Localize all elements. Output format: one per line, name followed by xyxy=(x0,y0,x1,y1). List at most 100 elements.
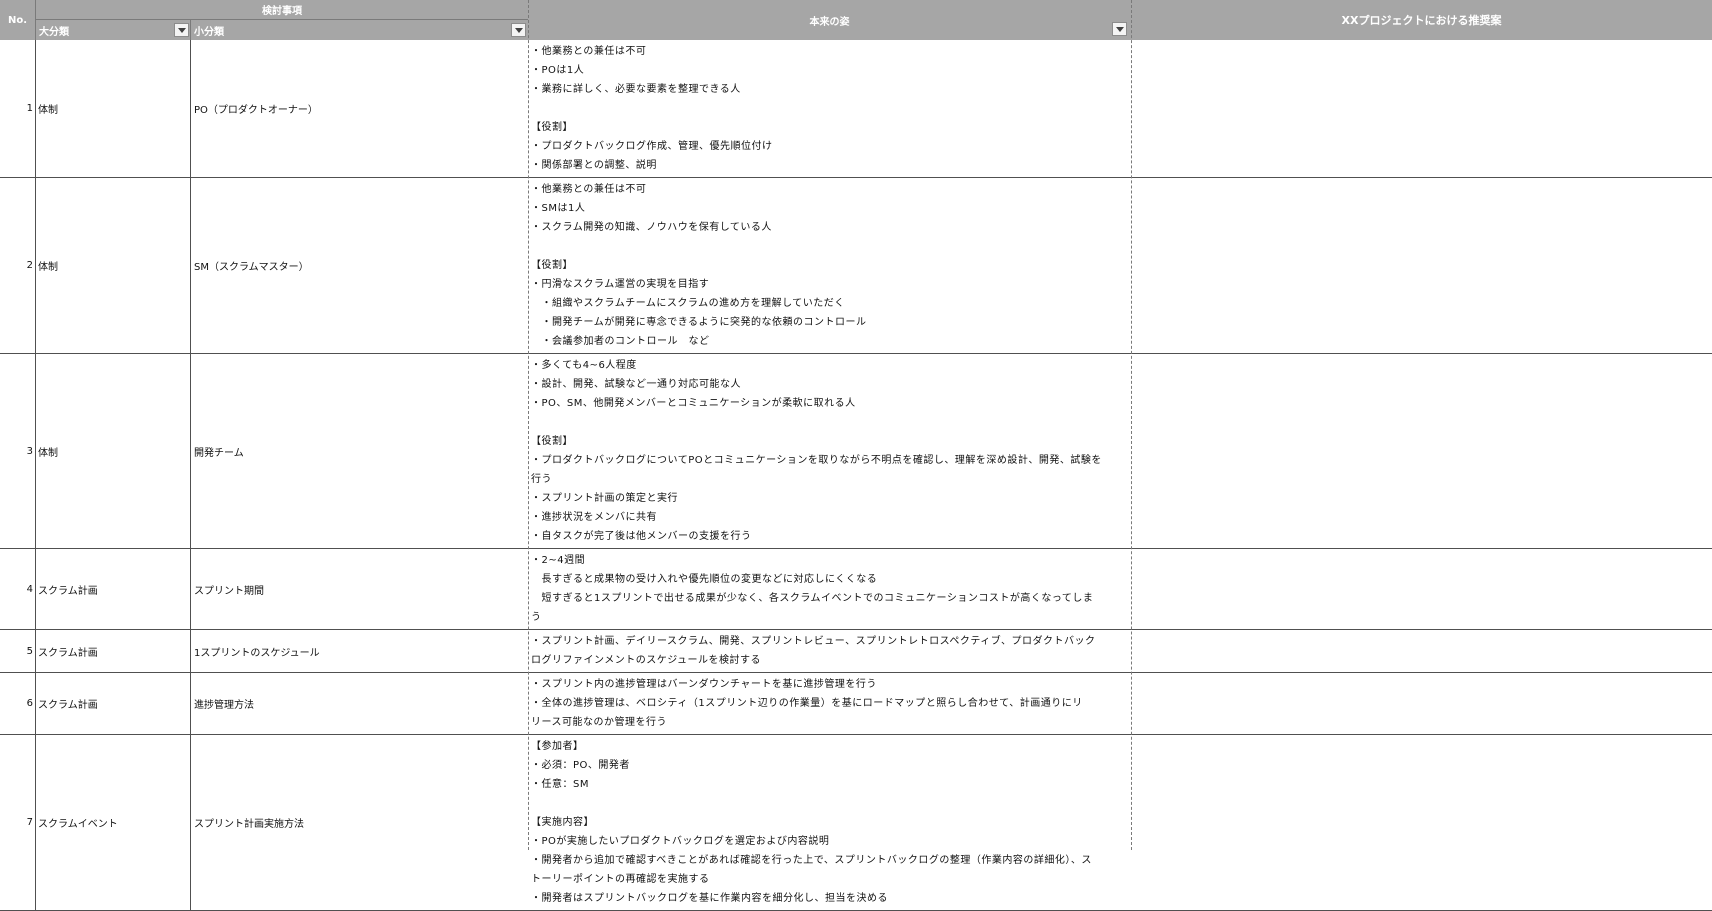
cell-no[interactable]: 1 xyxy=(0,40,36,177)
cell-text-line: ・スプリント計画、デイリースクラム、開発、スプリントレビュー、スプリントレトロス… xyxy=(531,636,1096,647)
table-row[interactable]: 1 体制 PO（プロダクトオーナー） ・他業務との兼任は不可 ・POは1人・業務に詳しく… xyxy=(0,40,1712,178)
cell-text-line: ・会議参加者のコントロール など xyxy=(531,336,710,347)
cell-dai[interactable]: スクラム計画 xyxy=(36,549,191,629)
column-header-no[interactable]: No. xyxy=(0,0,36,40)
column-separator xyxy=(1131,0,1132,850)
column-header-xx-proposal[interactable]: XXプロジェクトにおける推奨案 xyxy=(1131,0,1712,40)
cell-text-line: う xyxy=(531,612,542,623)
cell-sho[interactable]: PO（プロダクトオーナー） xyxy=(191,40,528,177)
cell-sho[interactable]: SM（スクラムマスター） xyxy=(191,178,528,353)
cell-xx-proposal[interactable] xyxy=(1131,354,1712,548)
table-row[interactable]: 5 スクラム計画 1スプリントのスケジュール ・スプリント計画、デイリースクラム、開発… xyxy=(0,630,1712,673)
table-row[interactable]: 4 スクラム計画 スプリント期間 ・2~4週間 長すぎると成果物の受け入れや優先順位の… xyxy=(0,549,1712,630)
cell-xx-proposal[interactable] xyxy=(1131,735,1712,910)
cell-text-line: 【実施内容】 xyxy=(531,817,594,828)
cell-honrai[interactable]: ・2~4週間 長すぎると成果物の受け入れや優先順位の変更などに対応しにくくなる … xyxy=(528,549,1131,629)
cell-honrai[interactable]: ・スプリント内の進捗管理はバーンダウンチャートを基に進捗管理を行う・全体の進捗管… xyxy=(528,673,1131,734)
cell-text-line: ・プロダクトバックログについてPOとコミュニケーションを取りながら不明点を確認し… xyxy=(531,455,1102,466)
column-header-honrai[interactable]: 本来の姿 xyxy=(528,0,1131,40)
cell-text-line: トーリーポイントの再確認を実施する xyxy=(531,874,710,885)
cell-no[interactable]: 4 xyxy=(0,549,36,629)
cell-no[interactable]: 5 xyxy=(0,630,36,672)
cell-text-line: 行う xyxy=(531,474,552,485)
cell-text-line: ・POが実施したいプロダクトバックログを選定および内容説明 xyxy=(531,836,830,847)
cell-xx-proposal[interactable] xyxy=(1131,549,1712,629)
cell-sho[interactable]: 開発チーム xyxy=(191,354,528,548)
cell-text-line: ・2~4週間 xyxy=(531,555,586,566)
cell-text-line: 短すぎると1スプリントで出せる成果が少なく、各スクラムイベントでのコミュニケーシ… xyxy=(531,593,1094,604)
cell-text-line: 長すぎると成果物の受け入れや優先順位の変更などに対応しにくくなる xyxy=(531,574,878,585)
cell-text-line: ・円滑なスクラム運営の実現を目指す xyxy=(531,279,710,290)
column-group-header-kentou[interactable]: 検討事項 xyxy=(36,0,528,20)
cell-text-line: ・開発者から追加で確認すべきことがあれば確認を行った上で、スプリントバックログの… xyxy=(531,855,1092,866)
filter-dropdown-icon[interactable] xyxy=(174,23,189,37)
cell-text-line: ・任意：SM xyxy=(531,779,589,790)
cell-text-line xyxy=(531,237,1131,256)
cell-xx-proposal[interactable] xyxy=(1131,178,1712,353)
cell-text-line: ・業務に詳しく、必要な要素を整理できる人 xyxy=(531,84,741,95)
column-header-sho-label: 小分類 xyxy=(194,26,224,38)
cell-xx-proposal[interactable] xyxy=(1131,40,1712,177)
cell-xx-proposal[interactable] xyxy=(1131,630,1712,672)
table-row[interactable]: 6 スクラム計画 進捗管理方法 ・スプリント内の進捗管理はバーンダウンチャートを基に進… xyxy=(0,673,1712,735)
table-row[interactable]: 7 スクラムイベント スプリント計画実施方法 【参加者】・必須：PO、開発者 ・任意：S… xyxy=(0,735,1712,911)
cell-text-line: ・自タスクが完了後は他メンバーの支援を行う xyxy=(531,531,752,542)
cell-text-line: 【役割】 xyxy=(531,122,573,133)
cell-text-line: ・他業務との兼任は不可 xyxy=(531,184,647,195)
cell-text-line: 【役割】 xyxy=(531,436,573,447)
cell-text-line: ・スプリント計画の策定と実行 xyxy=(531,493,678,504)
cell-sho[interactable]: スプリント期間 xyxy=(191,549,528,629)
cell-honrai[interactable]: ・他業務との兼任は不可 ・SMは1人・スクラム開発の知識、ノウハウを保有している人… xyxy=(528,178,1131,353)
cell-no[interactable]: 2 xyxy=(0,178,36,353)
cell-honrai[interactable]: ・他業務との兼任は不可 ・POは1人・業務に詳しく、必要な要素を整理できる人 【役割… xyxy=(528,40,1131,177)
filter-dropdown-icon[interactable] xyxy=(1112,22,1127,36)
cell-text-line: ・POは1人 xyxy=(531,65,585,76)
cell-text-line xyxy=(531,794,1131,813)
cell-text-line: 【参加者】 xyxy=(531,741,584,752)
cell-xx-proposal[interactable] xyxy=(1131,673,1712,734)
table-row[interactable]: 2 体制 SM（スクラムマスター） ・他業務との兼任は不可 ・SMは1人・スクラム開発の… xyxy=(0,178,1712,354)
cell-text-line: 【役割】 xyxy=(531,260,573,271)
table-row[interactable]: 3 体制 開発チーム ・多くても4~6人程度 ・設計、開発、試験など一通り対応可能な人・… xyxy=(0,354,1712,549)
cell-dai[interactable]: 体制 xyxy=(36,178,191,353)
cell-no[interactable]: 6 xyxy=(0,673,36,734)
cell-text-line xyxy=(531,413,1131,432)
cell-dai[interactable]: 体制 xyxy=(36,40,191,177)
cell-text-line: ・プロダクトバックログ作成、管理、優先順位付け xyxy=(531,141,773,152)
column-separator xyxy=(528,0,529,850)
cell-no[interactable]: 7 xyxy=(0,735,36,910)
cell-text-line: ・関係部署との調整、説明 xyxy=(531,160,657,171)
cell-honrai[interactable]: ・多くても4~6人程度・設計、開発、試験など一通り対応可能な人・PO、SM、他開… xyxy=(528,354,1131,548)
cell-text-line: ログリファインメントのスケジュールを検討する xyxy=(531,655,761,666)
table-header: No. 検討事項 大分類 小分類 本来の姿 XXプロジェクトにおける推奨案 xyxy=(0,0,1712,40)
cell-text-line: ・SMは1人 xyxy=(531,203,586,214)
cell-sho[interactable]: 進捗管理方法 xyxy=(191,673,528,734)
cell-sho[interactable]: 1スプリントのスケジュール xyxy=(191,630,528,672)
cell-no[interactable]: 3 xyxy=(0,354,36,548)
cell-text-line: ・開発チームが開発に専念できるように突発的な依頼のコントロール xyxy=(531,317,867,328)
cell-honrai[interactable]: 【参加者】・必須：PO、開発者 ・任意：SM 【実施内容】・POが実施したいプロダク… xyxy=(528,735,1131,910)
cell-honrai[interactable]: ・スプリント計画、デイリースクラム、開発、スプリントレビュー、スプリントレトロス… xyxy=(528,630,1131,672)
cell-dai[interactable]: スクラム計画 xyxy=(36,673,191,734)
cell-sho[interactable]: スプリント計画実施方法 xyxy=(191,735,528,910)
cell-text-line: ・スプリント内の進捗管理はバーンダウンチャートを基に進捗管理を行う xyxy=(531,679,877,690)
cell-text-line xyxy=(531,99,1131,118)
cell-text-line: ・開発者はスプリントバックログを基に作業内容を細分化し、担当を決める xyxy=(531,893,888,904)
cell-text-line: ・組織やスクラムチームにスクラムの進め方を理解していただく xyxy=(531,298,845,309)
cell-dai[interactable]: スクラム計画 xyxy=(36,630,191,672)
cell-text-line: ・必須：PO、開発者 xyxy=(531,760,630,771)
cell-text-line: ・進捗状況をメンバに共有 xyxy=(531,512,657,523)
cell-text-line: リース可能なのか管理を行う xyxy=(531,717,667,728)
column-header-dai[interactable]: 大分類 xyxy=(36,20,191,40)
cell-text-line: ・他業務との兼任は不可 xyxy=(531,46,647,57)
filter-dropdown-icon[interactable] xyxy=(511,23,526,37)
cell-text-line: ・設計、開発、試験など一通り対応可能な人 xyxy=(531,379,741,390)
column-header-dai-label: 大分類 xyxy=(39,26,69,38)
cell-text-line: ・全体の進捗管理は、ベロシティ（1スプリント辺りの作業量）を基にロードマップと照… xyxy=(531,698,1083,709)
cell-text-line: ・多くても4~6人程度 xyxy=(531,360,637,371)
cell-text-line: ・PO、SM、他開発メンバーとコミュニケーションが柔軟に取れる人 xyxy=(531,398,856,409)
cell-text-line: ・スクラム開発の知識、ノウハウを保有している人 xyxy=(531,222,772,233)
cell-dai[interactable]: スクラムイベント xyxy=(36,735,191,910)
column-header-sho[interactable]: 小分類 xyxy=(191,20,528,40)
cell-dai[interactable]: 体制 xyxy=(36,354,191,548)
